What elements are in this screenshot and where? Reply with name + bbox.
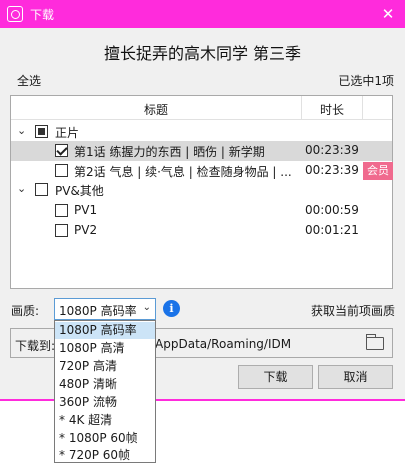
group-label: PV&其他 (55, 184, 104, 198)
episode-row[interactable]: PV2 00:01:21 (11, 221, 392, 241)
quality-option[interactable]: * 720P 60帧 (55, 447, 155, 464)
vip-badge: 会员 (363, 162, 393, 180)
quality-label: 画质: (11, 304, 40, 318)
selected-count: 已选中1项 (338, 74, 394, 88)
quality-option[interactable]: 1080P 高清 (55, 340, 155, 357)
chevron-down-icon: ⌄ (142, 302, 151, 313)
quality-option[interactable]: 1080P 高码率 (55, 322, 155, 339)
tree-group[interactable]: ⌄ 正片 (11, 122, 392, 142)
quality-option[interactable]: * 1080P 60帧 (55, 430, 155, 447)
quality-option[interactable]: 480P 清晰 (55, 376, 155, 393)
chevron-down-icon[interactable]: ⌄ (17, 124, 29, 138)
group-checkbox[interactable] (35, 125, 48, 138)
episode-duration: 00:00:59 (305, 203, 359, 217)
cancel-button[interactable]: 取消 (318, 365, 393, 389)
episode-duration: 00:23:39 (305, 143, 359, 157)
download-path: /AppData/Roaming/IDM (151, 337, 292, 351)
episode-row[interactable]: 第1话 练握力的东西 | 晒伤 | 新学期 00:23:39 (11, 141, 392, 161)
get-quality-link[interactable]: 获取当前项画质 (311, 302, 395, 319)
group-checkbox[interactable] (35, 183, 48, 196)
app-icon (7, 6, 23, 22)
episode-tree: 标题 时长 ⌄ 正片 第1话 练握力的东西 | 晒伤 | 新学期 00:23:3… (10, 95, 393, 289)
episode-duration: 00:01:21 (305, 223, 359, 237)
episode-title: PV1 (74, 203, 98, 217)
window-title: 下载 (30, 8, 55, 22)
folder-icon[interactable] (366, 334, 384, 350)
close-icon[interactable]: ✕ (371, 0, 405, 28)
episode-row[interactable]: 第2话 气息 | 续·气息 | 检查随身物品 | ... 00:23:39 会员 (11, 161, 393, 181)
episode-checkbox[interactable] (55, 144, 68, 157)
group-label: 正片 (55, 126, 80, 140)
episode-checkbox[interactable] (55, 204, 68, 217)
info-icon[interactable]: i (163, 300, 180, 317)
episode-title: 第2话 气息 | 续·气息 | 检查随身物品 | ... (74, 165, 292, 179)
quality-option[interactable]: 360P 流畅 (55, 394, 155, 411)
chevron-down-icon[interactable]: ⌄ (17, 182, 29, 196)
tree-header: 标题 时长 (11, 96, 392, 120)
column-header-duration[interactable]: 时长 (302, 101, 362, 118)
quality-select[interactable]: 1080P 高码率 ⌄ (54, 298, 156, 320)
quality-option[interactable]: 720P 高清 (55, 358, 155, 375)
episode-title: PV2 (74, 223, 98, 237)
title-bar: 下载 ✕ (0, 0, 405, 28)
tree-group[interactable]: ⌄ PV&其他 (11, 180, 392, 200)
episode-duration: 00:23:39 (305, 163, 359, 177)
episode-row[interactable]: PV1 00:00:59 (11, 201, 392, 221)
episode-checkbox[interactable] (55, 164, 68, 177)
quality-dropdown-list: 1080P 高码率 1080P 高清 720P 高清 480P 清晰 360P … (54, 320, 156, 463)
episode-title: 第1话 练握力的东西 | 晒伤 | 新学期 (74, 145, 265, 159)
select-all-link[interactable]: 全选 (17, 72, 41, 89)
column-divider (362, 96, 363, 120)
page-title: 擅长捉弄的高木同学 第三季 (103, 44, 302, 63)
episode-checkbox[interactable] (55, 224, 68, 237)
download-button[interactable]: 下载 (238, 365, 313, 389)
quality-option[interactable]: * 4K 超清 (55, 412, 155, 429)
download-to-label: 下载到: (15, 339, 56, 353)
column-header-title[interactable]: 标题 (11, 101, 301, 118)
quality-selected-value: 1080P 高码率 (59, 304, 137, 318)
